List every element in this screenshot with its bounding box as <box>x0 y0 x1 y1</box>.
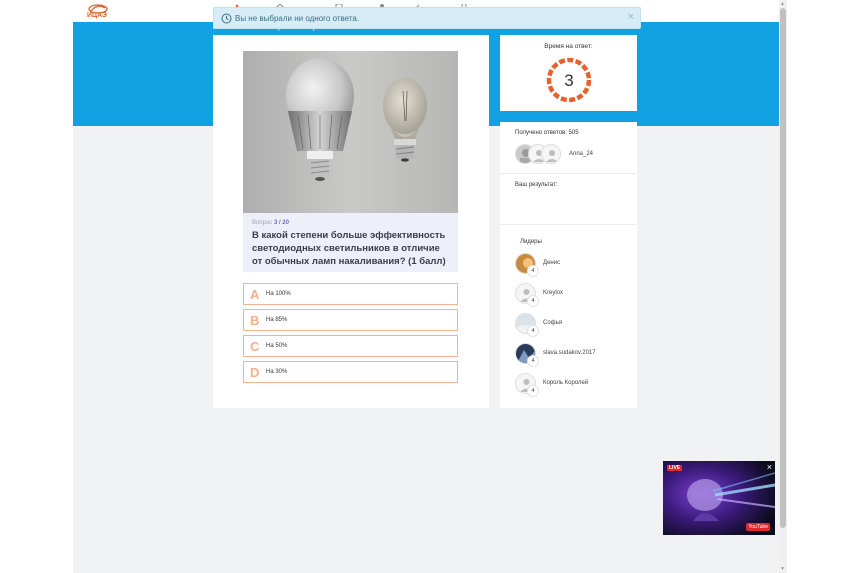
question-card: Вопрос 3 / 20 В какой степени больше эфф… <box>213 35 489 408</box>
logo-text: ИЦАЭ <box>87 12 108 19</box>
leader-item[interactable]: 4 Король Королей <box>515 373 630 397</box>
leader-name: Kreylox <box>543 290 564 296</box>
close-icon[interactable]: × <box>767 462 772 472</box>
answer-text: На 85% <box>266 317 288 323</box>
youtube-logo-icon[interactable]: YouTube <box>746 523 770 531</box>
answer-option-d[interactable]: D На 30% <box>243 361 458 383</box>
question-counter: Вопрос 3 / 20 <box>252 220 289 226</box>
score-badge: 4 <box>527 325 539 337</box>
page: ИЦАЭ Атомный зачет. Электричество. Тульт <box>0 0 860 573</box>
scroll-up-icon[interactable]: ▲ <box>780 1 785 7</box>
answer-text: На 30% <box>266 369 288 375</box>
timer-card: Время на ответ: 3 <box>500 35 637 111</box>
answers-count: Получено ответов: 505 <box>515 130 579 136</box>
alert-banner: Вы не выбрали ни одного ответа. × <box>213 7 641 29</box>
close-icon[interactable]: × <box>628 11 634 23</box>
answer-text: На 50% <box>266 343 288 349</box>
timer-label: Время на ответ: <box>544 43 593 50</box>
leader-item[interactable]: 4 Денис <box>515 253 630 277</box>
leader-name: Софья <box>543 320 562 326</box>
divider <box>500 173 637 174</box>
leaders-label: Лидеры <box>520 239 542 245</box>
answer-letter: A <box>250 287 260 302</box>
leader-name: Король Королей <box>543 380 589 386</box>
score-badge: 4 <box>527 385 539 397</box>
answer-text: На 100% <box>266 291 291 297</box>
answer-option-a[interactable]: A На 100% <box>243 283 458 305</box>
scrollbar[interactable]: ▲ ▼ <box>779 0 787 573</box>
scrollbar-thumb[interactable] <box>780 8 786 528</box>
timer-ring: 3 <box>546 57 592 103</box>
stats-card: Получено ответов: 505 Anna_24 Ваш резуль… <box>500 122 637 408</box>
scroll-down-icon[interactable]: ▼ <box>780 566 785 572</box>
clock-icon <box>221 13 232 24</box>
question-text: В какой степени больше эффективность све… <box>252 230 446 267</box>
score-badge: 4 <box>527 295 539 307</box>
score-badge: 4 <box>527 355 539 367</box>
recent-user-name: Anna_24 <box>569 151 594 157</box>
avatar <box>541 144 561 164</box>
answer-letter: C <box>250 339 260 354</box>
question-panel: Вопрос 3 / 20 В какой степени больше эфф… <box>243 213 458 272</box>
divider <box>500 224 637 225</box>
answer-option-b[interactable]: B На 85% <box>243 309 458 331</box>
answer-option-c[interactable]: C На 50% <box>243 335 458 357</box>
live-video-player[interactable]: LIVE × YouTube <box>663 461 775 535</box>
score-badge: 4 <box>527 265 539 277</box>
leader-name: slava.sudakov.2017 <box>543 350 596 356</box>
leader-name: Денис <box>543 260 561 266</box>
answer-letter: D <box>250 365 260 380</box>
leader-item[interactable]: 4 slava.sudakov.2017 <box>515 343 630 367</box>
question-image <box>243 51 458 213</box>
leader-item[interactable]: 4 Kreylox <box>515 283 630 307</box>
leader-item[interactable]: 4 Софья <box>515 313 630 337</box>
result-label: Ваш результат: <box>515 182 558 188</box>
alert-text: Вы не выбрали ни одного ответа. <box>235 14 360 23</box>
live-badge: LIVE <box>667 465 683 471</box>
answer-letter: B <box>250 313 260 328</box>
timer-value: 3 <box>564 71 573 90</box>
